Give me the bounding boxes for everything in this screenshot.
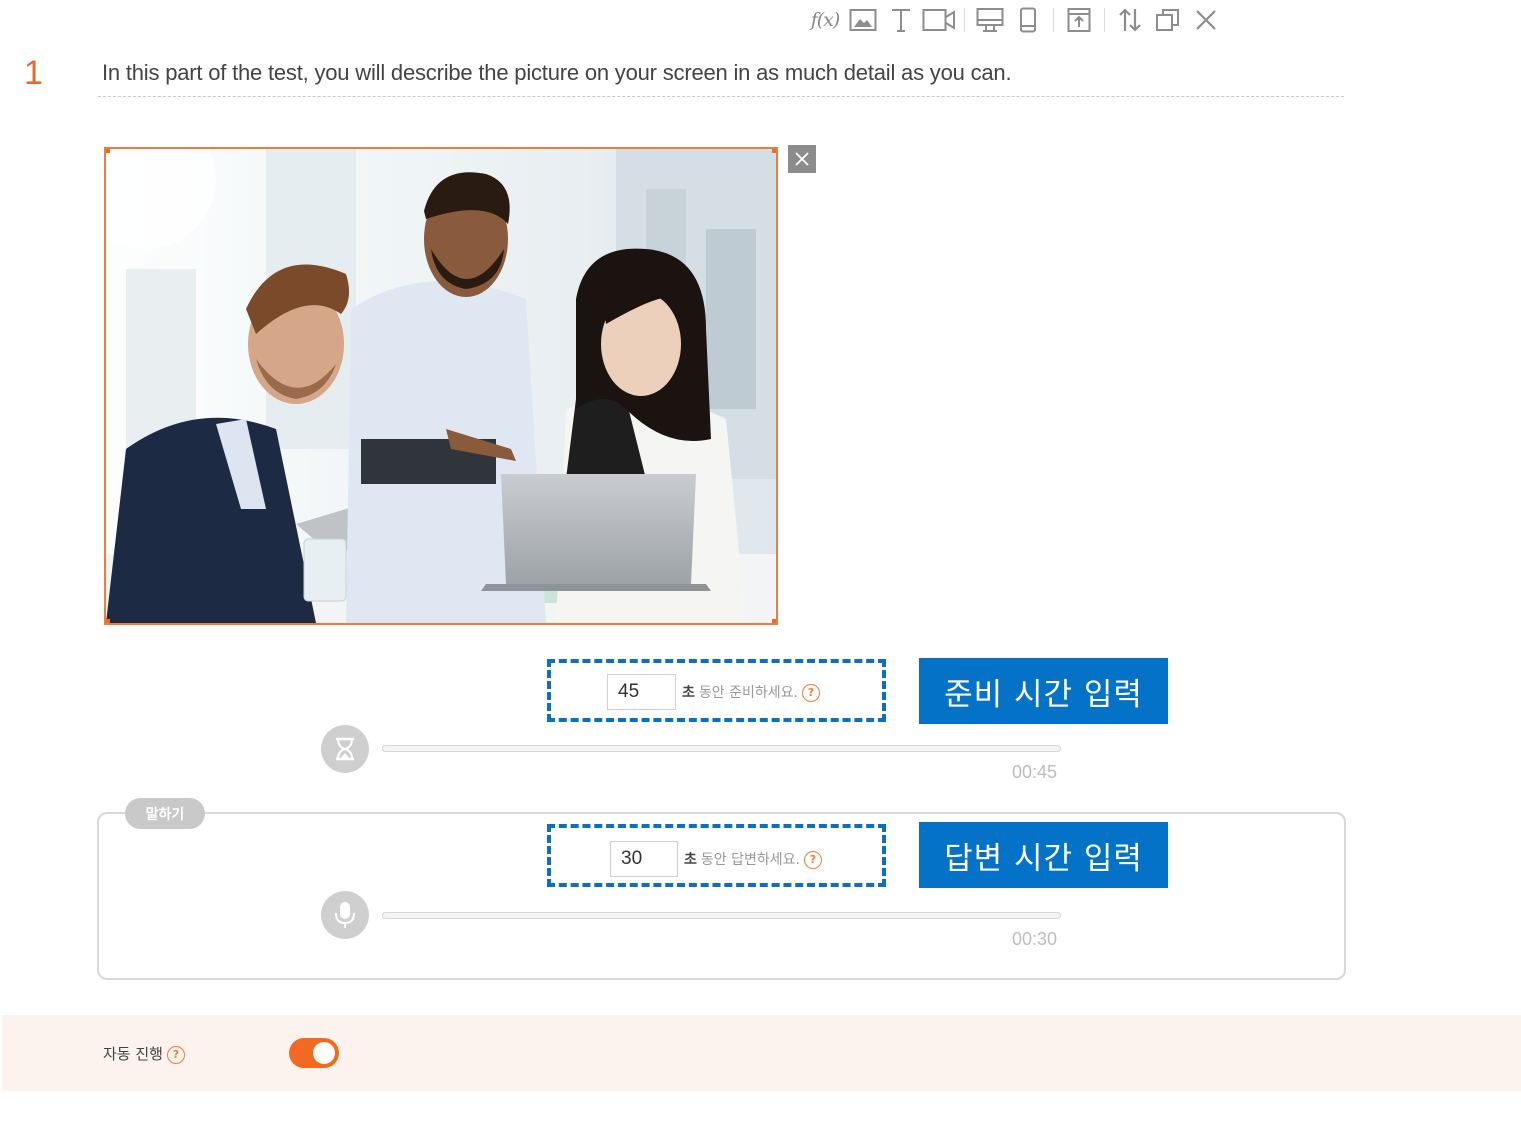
question-image[interactable]: [104, 147, 778, 625]
auto-advance-label: 자동 진행?: [103, 1043, 185, 1064]
sort-icon[interactable]: [1111, 3, 1149, 37]
question-text[interactable]: In this part of the test, you will descr…: [102, 60, 1012, 86]
resize-handle[interactable]: [772, 619, 776, 623]
prep-time-tag: 준비 시간 입력: [919, 658, 1168, 724]
footer-bar: [2, 1015, 1521, 1091]
hourglass-icon: [321, 725, 369, 773]
text-icon[interactable]: [882, 3, 920, 37]
auto-advance-toggle[interactable]: [289, 1038, 339, 1068]
prep-progress-bar: [382, 745, 1061, 752]
answer-time-label: 초 동안 답변하세요.?: [684, 849, 822, 869]
resize-handle[interactable]: [772, 149, 776, 153]
editor-toolbar: f(x): [806, 2, 1225, 38]
answer-seconds-input[interactable]: [610, 841, 678, 877]
help-icon[interactable]: ?: [803, 851, 822, 869]
remove-image-button[interactable]: [788, 145, 816, 173]
mobile-view-icon[interactable]: [1009, 3, 1047, 37]
desktop-view-icon[interactable]: [971, 3, 1009, 37]
answer-timer: 00:30: [1012, 929, 1058, 949]
image-icon[interactable]: [844, 3, 882, 37]
formula-icon[interactable]: f(x): [806, 3, 844, 37]
help-icon[interactable]: ?: [166, 1045, 185, 1064]
question-underline: [98, 96, 1344, 97]
prep-time-label: 초 동안 준비하세요.?: [682, 682, 820, 702]
speaking-badge: 말하기: [125, 798, 205, 829]
toggle-knob: [313, 1042, 335, 1064]
duplicate-icon[interactable]: [1149, 3, 1187, 37]
export-icon[interactable]: [1060, 3, 1098, 37]
toolbar-divider: [1053, 8, 1054, 32]
answer-time-tag: 답변 시간 입력: [919, 822, 1168, 888]
help-icon[interactable]: ?: [801, 684, 820, 702]
prep-timer: 00:45: [1012, 762, 1058, 782]
resize-handle[interactable]: [106, 619, 110, 623]
video-icon[interactable]: [920, 3, 958, 37]
question-number: 1: [24, 54, 43, 92]
answer-progress-bar: [382, 912, 1061, 919]
meeting-photo: [106, 149, 776, 623]
resize-handle[interactable]: [106, 149, 110, 153]
close-icon[interactable]: [1187, 3, 1225, 37]
prep-seconds-input[interactable]: [607, 674, 676, 710]
microphone-icon: [321, 891, 369, 939]
toolbar-divider: [1104, 8, 1105, 32]
toolbar-divider: [964, 8, 965, 32]
close-icon: [795, 152, 809, 166]
